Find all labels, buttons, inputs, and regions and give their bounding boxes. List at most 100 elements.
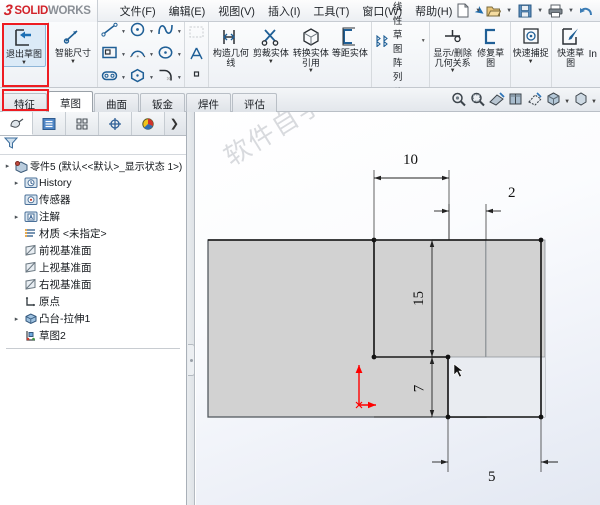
tree-item-material[interactable]: 材质 <未指定> xyxy=(11,225,186,242)
new-document-caret[interactable]: ▼ xyxy=(473,8,483,14)
slot-caret[interactable]: ▼ xyxy=(121,75,126,81)
undo-icon[interactable] xyxy=(577,1,596,20)
hidden-lines-icon[interactable] xyxy=(526,91,543,112)
ribbon-overflow-label[interactable]: In xyxy=(588,49,598,60)
quick-snaps-button[interactable]: 快速捕捉 ▼ xyxy=(513,24,549,65)
polygon-tool[interactable]: ▼ xyxy=(128,67,154,89)
arc-caret[interactable]: ▼ xyxy=(149,52,154,58)
root-expander[interactable]: ▸ xyxy=(2,162,13,170)
panel-tab-feature-manager[interactable] xyxy=(0,112,33,135)
dimension-7-text[interactable]: 7 xyxy=(411,385,428,393)
tree-item-origin[interactable]: 原点 xyxy=(11,293,186,310)
zoom-to-area-icon[interactable] xyxy=(469,91,486,112)
save-caret[interactable]: ▼ xyxy=(535,8,545,14)
spline-caret[interactable]: ▼ xyxy=(177,29,182,35)
construction-geometry-button[interactable]: 构造几何线 xyxy=(211,24,251,68)
convert-entities-dropdown[interactable]: ▼ xyxy=(308,68,314,74)
display-delete-relations-button[interactable]: 显示/删除几何关系 ▼ xyxy=(432,24,474,74)
print-caret[interactable]: ▼ xyxy=(566,8,576,14)
exit-sketch-button[interactable]: 退出草图 ▼ xyxy=(2,24,46,67)
history-expander[interactable]: ▸ xyxy=(11,179,22,187)
save-icon[interactable] xyxy=(515,1,534,20)
dimension-10-group[interactable] xyxy=(373,170,450,240)
panel-tab-configuration-manager[interactable] xyxy=(66,112,99,135)
dimension-5-group[interactable] xyxy=(432,417,558,472)
tab-sheet-metal[interactable]: 钣金 xyxy=(140,93,185,112)
spline-tool[interactable]: ▼ xyxy=(156,21,182,43)
menu-tools[interactable]: 工具(T) xyxy=(313,3,349,19)
tree-root-part[interactable]: ▸ 零件5 (默认<<默认>_显示状态 1>) xyxy=(2,157,186,174)
zoom-to-fit-icon[interactable] xyxy=(450,91,467,112)
tree-item-front-plane[interactable]: 前视基准面 xyxy=(11,242,186,259)
dimension-5-text[interactable]: 5 xyxy=(488,469,496,486)
feature-tree-filter[interactable] xyxy=(0,136,186,155)
line-tool[interactable]: ▼ xyxy=(100,21,126,43)
appearance-icon[interactable] xyxy=(572,91,589,112)
section-view-icon[interactable] xyxy=(488,91,505,112)
graphics-area[interactable]: 软件自学网 WWW.RJZXW.COM xyxy=(196,112,600,505)
rapid-sketch-button[interactable]: 快速草图 xyxy=(554,24,588,68)
convert-entities-button[interactable]: 转换实体引用 ▼ xyxy=(291,24,331,74)
smart-dimension-dropdown[interactable]: ▼ xyxy=(70,59,76,65)
hatch-icon[interactable] xyxy=(188,25,205,45)
annotations-expander[interactable]: ▸ xyxy=(11,213,22,221)
menu-file[interactable]: 文件(F) xyxy=(120,3,156,19)
print-icon[interactable] xyxy=(546,1,565,20)
linear-pattern-caret[interactable]: ▼ xyxy=(413,38,426,44)
dimension-2-group[interactable] xyxy=(434,204,501,240)
dimension-10-text[interactable]: 10 xyxy=(403,152,418,169)
panel-tab-display-manager[interactable] xyxy=(132,112,165,135)
tree-item-sensors[interactable]: 传感器 xyxy=(11,191,186,208)
rectangle-tool[interactable]: ▼ xyxy=(100,44,126,66)
circle-caret[interactable]: ▼ xyxy=(149,29,154,35)
slot-tool[interactable]: ▼ xyxy=(100,67,126,89)
rectangle-caret[interactable]: ▼ xyxy=(121,52,126,58)
tab-evaluate[interactable]: 评估 xyxy=(232,93,277,112)
polygon-caret[interactable]: ▼ xyxy=(149,75,154,81)
menu-edit[interactable]: 编辑(E) xyxy=(169,3,206,19)
tree-item-right-plane[interactable]: 右视基准面 xyxy=(11,276,186,293)
panel-splitter[interactable] xyxy=(187,112,195,505)
dimension-15-text[interactable]: 15 xyxy=(411,291,428,306)
trim-entities-button[interactable]: 剪裁实体 ▼ xyxy=(251,24,291,65)
tab-features[interactable]: 特征 xyxy=(2,93,47,112)
dimension-2-text[interactable]: 2 xyxy=(508,185,516,202)
menu-view[interactable]: 视图(V) xyxy=(218,3,255,19)
ellipse-tool[interactable]: ▼ xyxy=(156,44,182,66)
new-document-icon[interactable] xyxy=(453,1,472,20)
sketch-fillet-tool[interactable]: ▼ xyxy=(156,67,182,89)
linear-sketch-pattern-button[interactable]: 线性草图阵列 ▼ xyxy=(375,0,426,83)
tree-item-top-plane[interactable]: 上视基准面 xyxy=(11,259,186,276)
ellipse-caret[interactable]: ▼ xyxy=(177,52,182,58)
relations-dropdown[interactable]: ▼ xyxy=(450,68,456,74)
boss-extrude-expander[interactable]: ▸ xyxy=(11,315,22,323)
view-orientation-icon[interactable] xyxy=(507,91,524,112)
text-icon[interactable] xyxy=(188,46,205,66)
panel-tab-dimxpert[interactable] xyxy=(99,112,132,135)
sketch-vertex[interactable] xyxy=(445,354,451,360)
panel-expand-button[interactable]: ❯ xyxy=(165,112,186,135)
tree-item-annotations[interactable]: ▸ 注解 xyxy=(11,208,186,225)
point-icon[interactable] xyxy=(188,67,205,85)
trim-entities-dropdown[interactable]: ▼ xyxy=(268,59,274,65)
line-caret[interactable]: ▼ xyxy=(121,29,126,35)
appearance-caret[interactable]: ▼ xyxy=(591,99,597,105)
tree-item-sketch2[interactable]: 草图2 xyxy=(11,327,186,344)
open-folder-caret[interactable]: ▼ xyxy=(504,8,514,14)
circle-tool[interactable]: ▼ xyxy=(128,21,154,43)
quick-snaps-dropdown[interactable]: ▼ xyxy=(528,59,534,65)
tree-item-boss-extrude[interactable]: ▸ 凸台-拉伸1 xyxy=(11,310,186,327)
smart-dimension-button[interactable]: 智能尺寸 ▼ xyxy=(51,24,95,65)
tab-sketch[interactable]: 草图 xyxy=(48,91,93,112)
repair-sketch-button[interactable]: 修复草图 xyxy=(474,24,508,68)
arc-tool[interactable]: ▼ xyxy=(128,44,154,66)
tab-weldments[interactable]: 焊件 xyxy=(186,93,231,112)
exit-sketch-dropdown[interactable]: ▼ xyxy=(21,60,27,66)
offset-entities-button[interactable]: 等距实体 xyxy=(331,24,369,59)
display-style-caret[interactable]: ▼ xyxy=(564,99,570,105)
sketch-vertex[interactable] xyxy=(538,237,544,243)
tab-surfaces[interactable]: 曲面 xyxy=(94,93,139,112)
fillet-caret[interactable]: ▼ xyxy=(177,75,182,81)
panel-tab-property-manager[interactable] xyxy=(33,112,66,135)
display-style-icon[interactable] xyxy=(545,91,562,112)
